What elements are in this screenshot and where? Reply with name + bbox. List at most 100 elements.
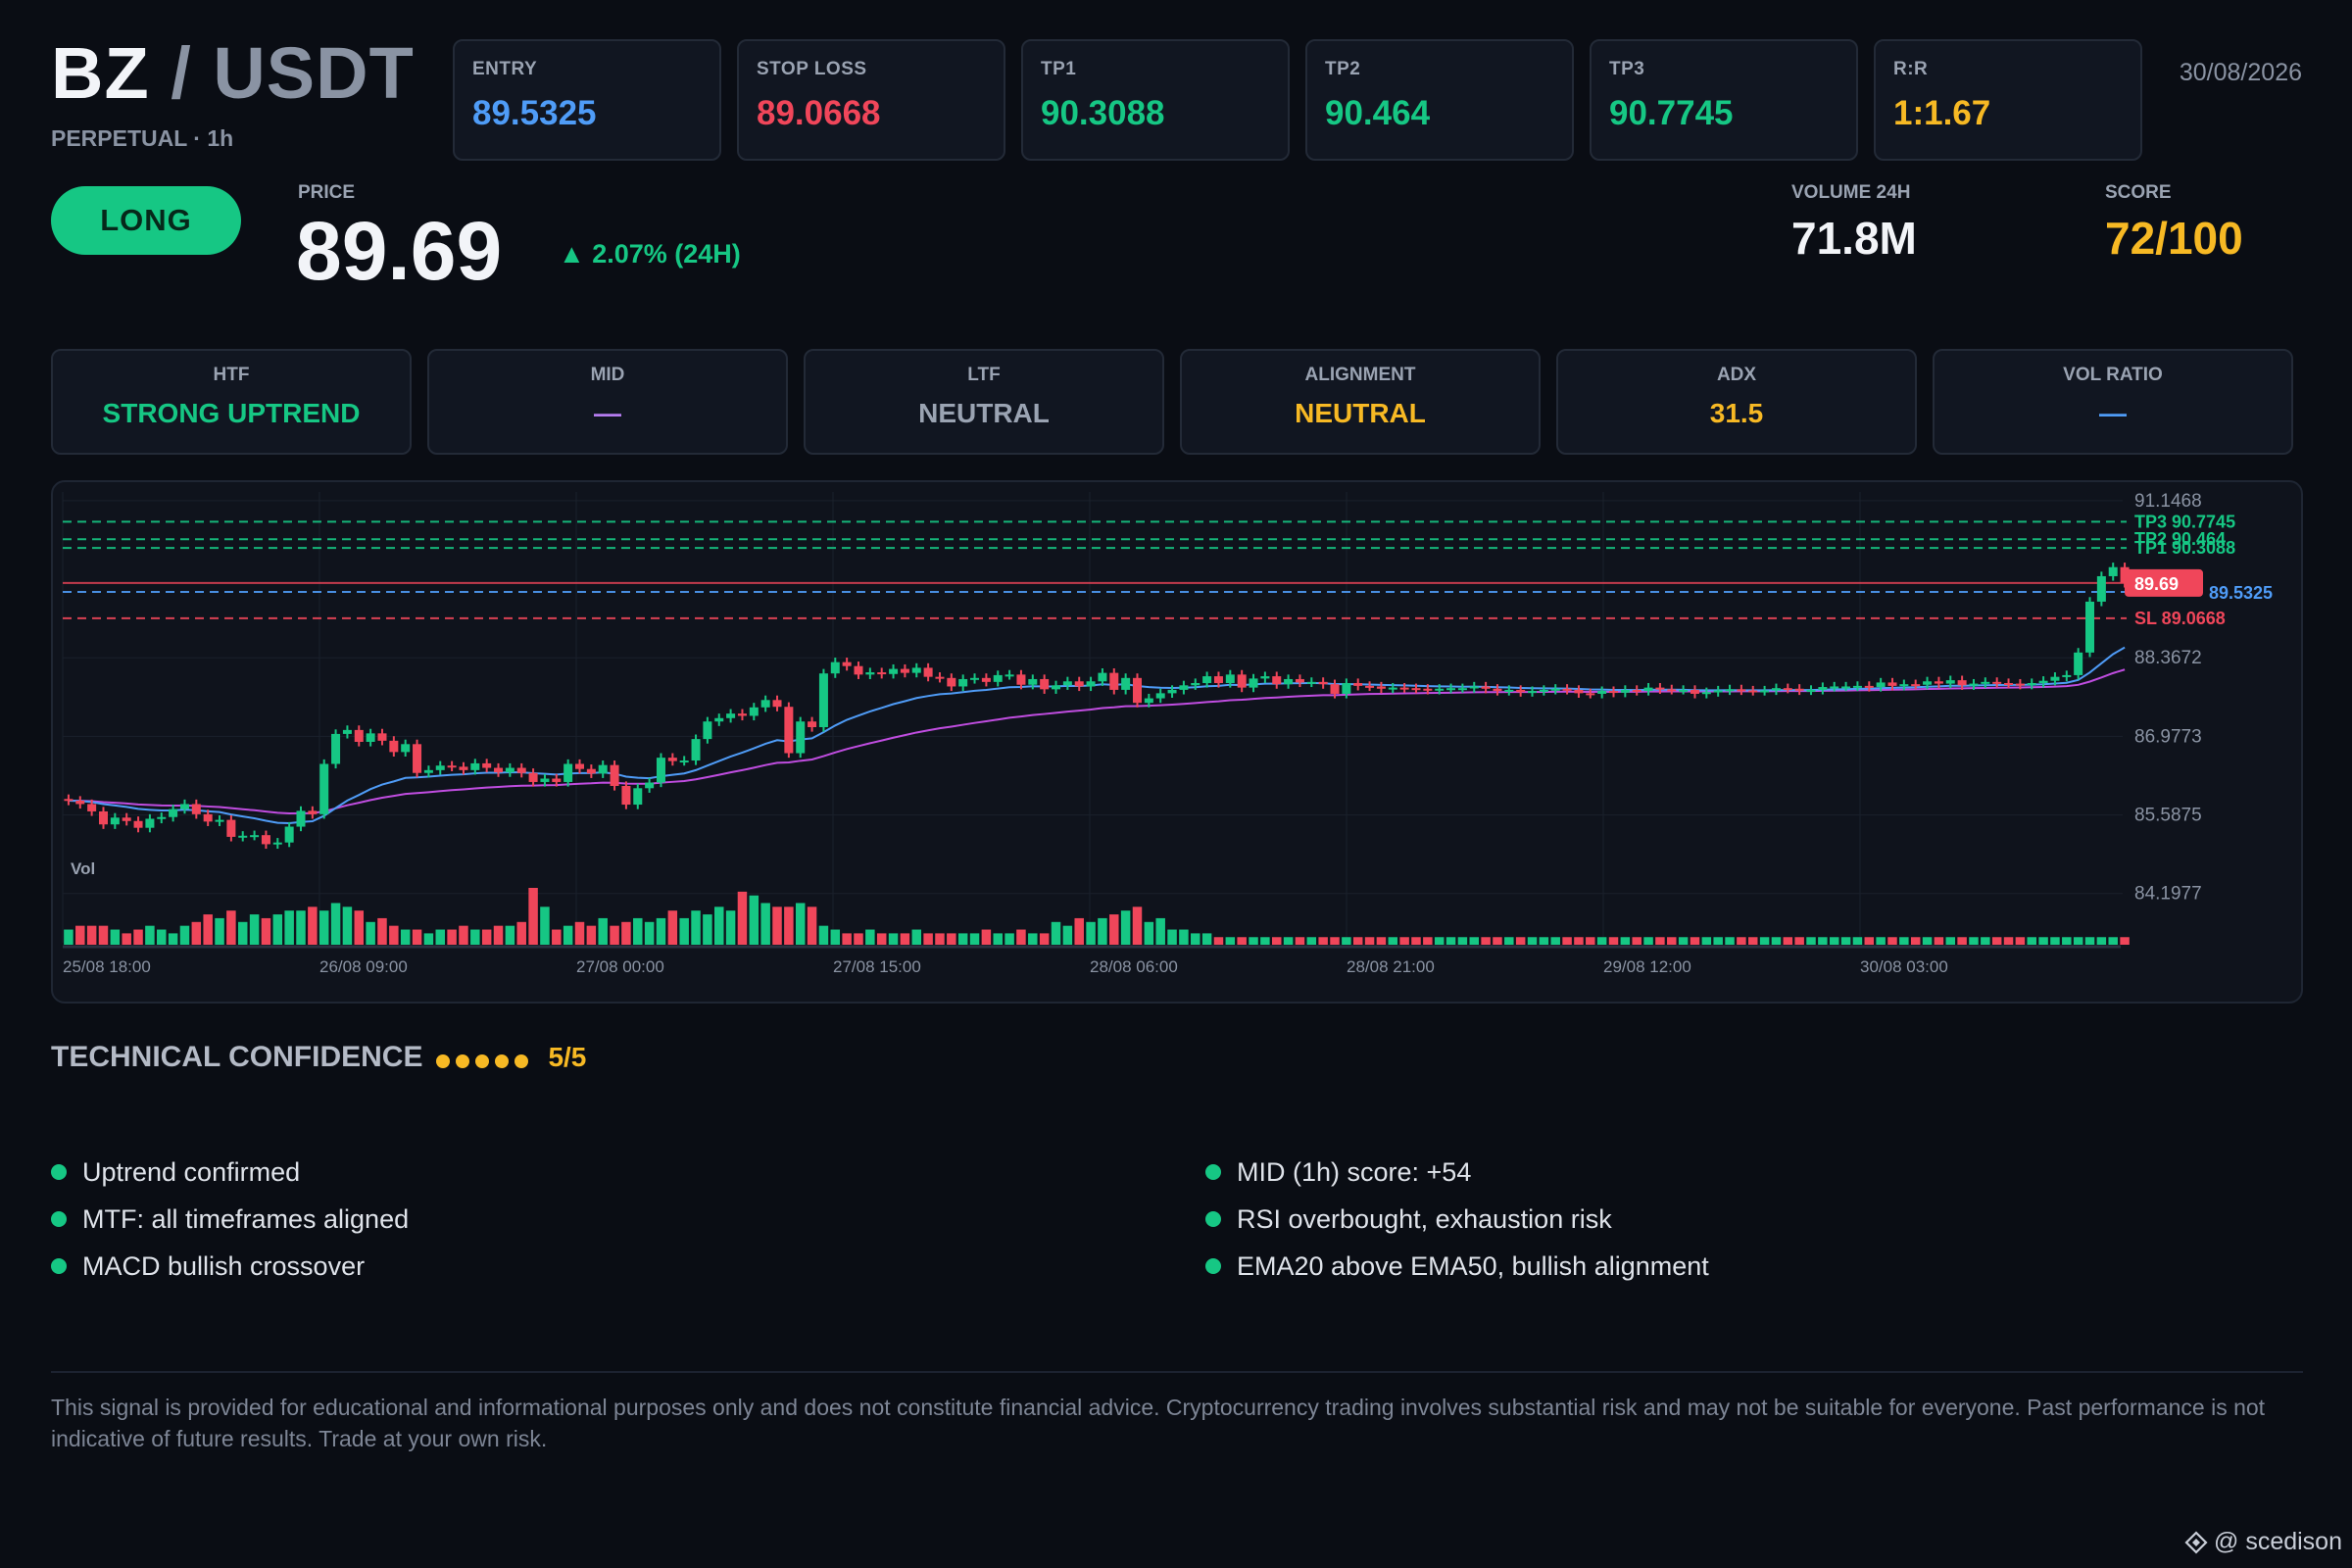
candle-body	[2038, 680, 2048, 683]
candle-body	[818, 673, 828, 727]
stat-label: VOL RATIO	[2063, 365, 2163, 385]
candle-body	[1620, 689, 1630, 693]
candle-body	[250, 835, 260, 838]
y-tick-label: 85.5875	[2134, 806, 2202, 826]
candle-body	[633, 788, 643, 806]
volume-bar	[1271, 937, 1282, 945]
volume-bar	[1481, 937, 1491, 945]
volume-bar	[1539, 937, 1549, 945]
volume-bar	[574, 921, 585, 945]
volume-bar	[1237, 937, 1247, 945]
candle-body	[981, 677, 991, 682]
candle-body	[1074, 681, 1084, 687]
candle-body	[447, 765, 457, 768]
candle-body	[1713, 690, 1723, 693]
volume-bar	[1469, 937, 1479, 945]
price-level-label: 89.5325	[2209, 583, 2273, 603]
volume-bar	[957, 933, 968, 945]
reason-item: MACD bullish crossover	[51, 1243, 409, 1290]
volume-bar	[1829, 937, 1839, 945]
confidence-dot	[475, 1054, 490, 1068]
y-tick-label: 91.1468	[2134, 491, 2202, 512]
volume-bar	[888, 933, 899, 945]
candle-body	[331, 733, 341, 764]
volume-bar	[1725, 937, 1735, 945]
volume-bar	[1318, 937, 1328, 945]
volume-bar	[947, 933, 956, 945]
candle-body	[993, 674, 1003, 682]
volume-bar	[505, 925, 515, 945]
volume-bar	[1922, 937, 1933, 945]
volume-bar	[1783, 937, 1793, 945]
candle-body	[877, 672, 887, 675]
candle-body	[319, 763, 329, 814]
candle-body	[1608, 691, 1619, 694]
volume-bar	[179, 925, 190, 945]
volume-bar	[900, 933, 910, 945]
x-tick-label: 28/08 21:00	[1347, 957, 1435, 976]
volume-bar	[1260, 937, 1270, 945]
level-label: STOP LOSS	[757, 59, 867, 79]
candle-body	[784, 707, 794, 754]
candle-body	[760, 700, 770, 708]
candle-body	[1330, 684, 1340, 694]
candle-body	[1225, 674, 1235, 683]
candle-body	[1423, 688, 1433, 691]
candle-body	[505, 767, 514, 773]
candle-body	[1969, 683, 1979, 686]
candle-body	[1876, 682, 1886, 688]
stat-value: NEUTRAL	[1295, 398, 1426, 428]
candle-body	[1981, 681, 1990, 684]
stat-label: HTF	[213, 365, 250, 385]
candle-body	[1516, 689, 1526, 693]
candle-body	[1155, 693, 1165, 699]
volume-bar	[1132, 906, 1143, 945]
candle-body	[610, 764, 619, 786]
candle-body	[1342, 683, 1351, 694]
candle-body	[2074, 652, 2083, 675]
candle-body	[1353, 683, 1363, 686]
candle-body	[1016, 674, 1026, 685]
volume-bar	[818, 925, 829, 945]
volume-bar	[2015, 937, 2026, 945]
volume-bar	[168, 933, 178, 945]
level-value: 1:1.67	[1893, 94, 1991, 132]
volume-bar	[1887, 937, 1897, 945]
level-card-stop-loss: STOP LOSS 89.0668	[737, 39, 1005, 161]
volume-bar	[1352, 937, 1363, 945]
candle-body	[366, 733, 375, 742]
volume-bar	[1806, 937, 1816, 945]
reason-text: RSI overbought, exhaustion risk	[1237, 1203, 1612, 1234]
volume-bar	[610, 925, 619, 945]
volume-bar	[679, 917, 689, 945]
candle-body	[1992, 681, 2002, 684]
volume-bar	[1910, 937, 1921, 945]
volume-bar	[1852, 937, 1863, 945]
volume-bar	[691, 910, 701, 945]
bullet-dot-icon	[51, 1164, 67, 1180]
reason-text: MID (1h) score: +54	[1237, 1156, 1472, 1187]
volume-bar	[377, 917, 387, 945]
reason-text: Uptrend confirmed	[82, 1156, 301, 1187]
volume-bar	[1527, 937, 1538, 945]
volume-bar	[1028, 933, 1038, 945]
candle-body	[772, 700, 782, 708]
volume-bar	[725, 910, 736, 945]
volume-bar	[1155, 917, 1165, 945]
price-change: ▲ 2.07% (24H)	[559, 239, 741, 269]
volume-bar	[2027, 937, 2036, 945]
price-chart[interactable]: Vol 91.1468 88.3672 86.9773 85.5875 84.1977 TP…	[51, 480, 2303, 1004]
volume-bar	[86, 925, 97, 945]
volume-bar	[1864, 937, 1875, 945]
candle-body	[1562, 688, 1572, 691]
confidence-dot	[436, 1054, 451, 1068]
candle-body	[1411, 688, 1421, 691]
volume-bar	[1109, 914, 1119, 945]
volume-bar	[1818, 937, 1828, 945]
volume-bar	[1504, 937, 1514, 945]
candle-body	[1899, 684, 1909, 687]
ema20-line	[68, 646, 2126, 824]
watermark-text: @ scedison	[2214, 1528, 2342, 1555]
volume-bar	[1574, 937, 1584, 945]
volume-bar	[1586, 937, 1595, 945]
